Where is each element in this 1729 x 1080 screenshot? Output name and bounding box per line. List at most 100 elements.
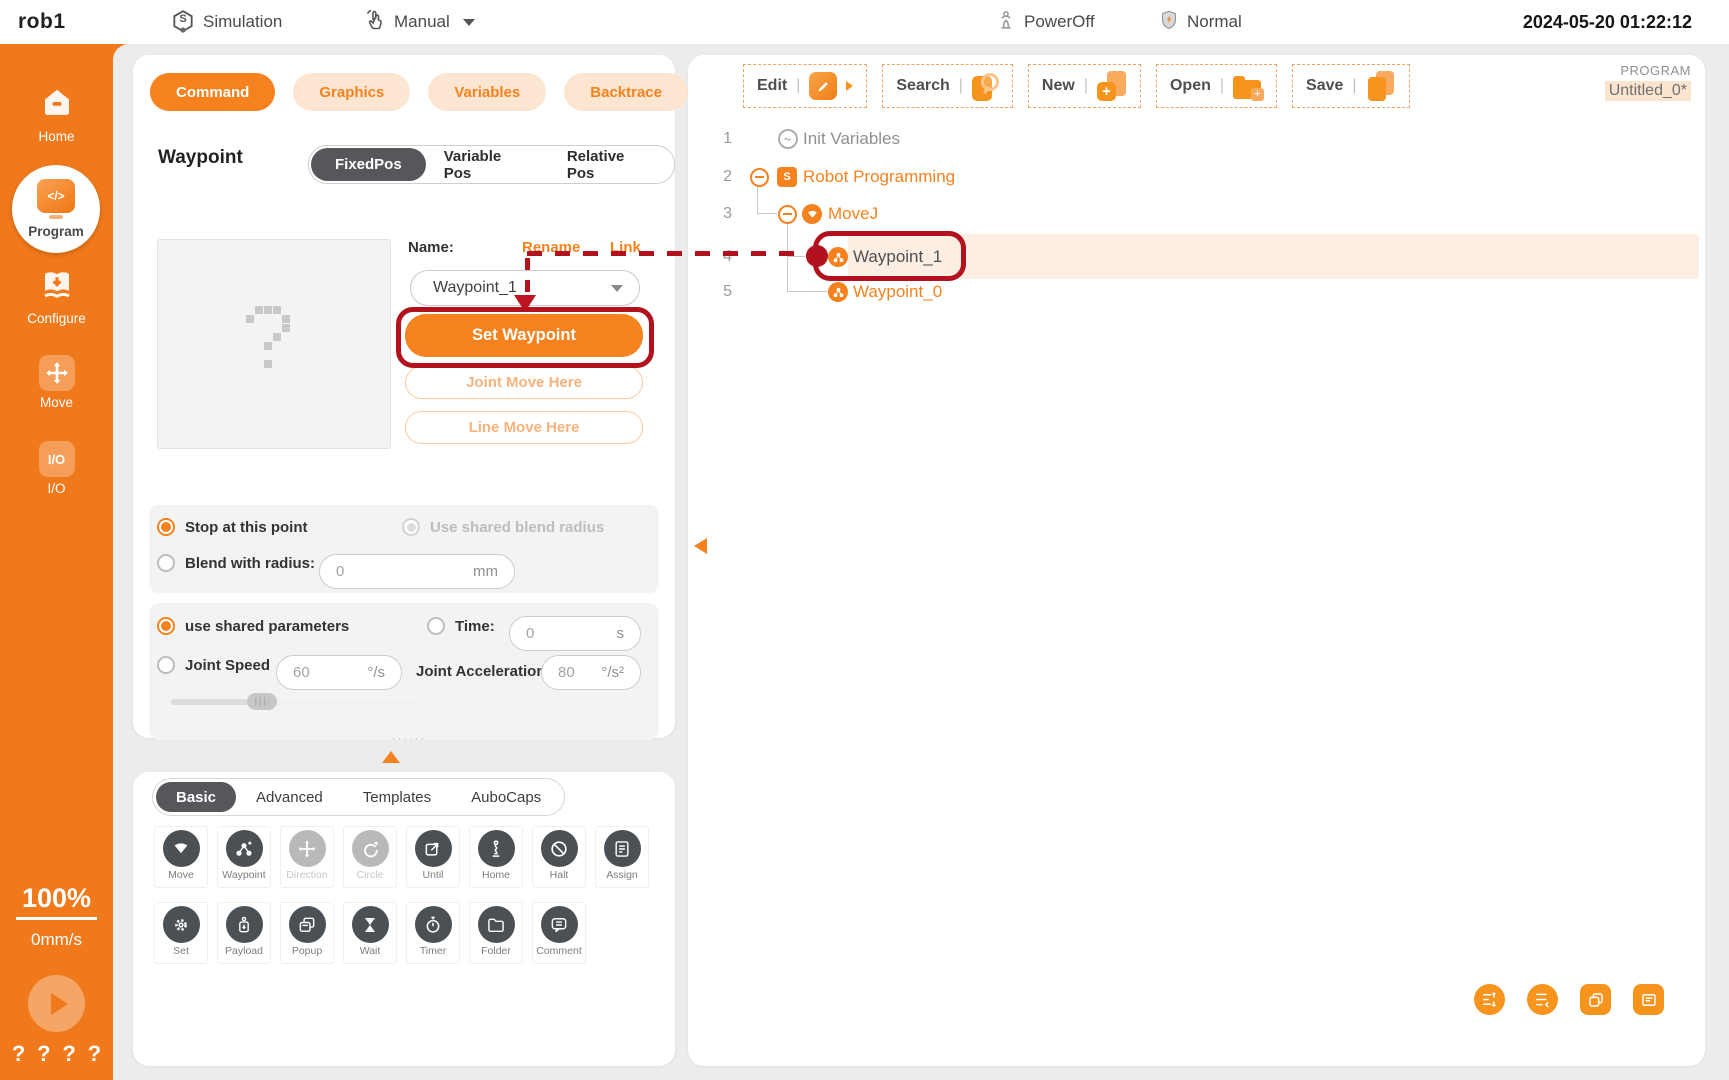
- power-status[interactable]: PowerOff: [995, 0, 1095, 44]
- payload-icon: [226, 906, 263, 943]
- mode-selector[interactable]: Manual: [363, 0, 475, 44]
- radio-selected-icon[interactable]: [157, 617, 175, 635]
- tab-advanced[interactable]: Advanced: [236, 782, 343, 812]
- new-button[interactable]: New: [1028, 64, 1141, 108]
- position-mode-toggle: FixedPos Variable Pos Relative Pos: [308, 145, 675, 184]
- joint-move-here-button[interactable]: Joint Move Here: [405, 366, 643, 399]
- tab-aubocaps[interactable]: AuboCaps: [451, 782, 561, 812]
- time-input[interactable]: 0 s: [509, 616, 641, 651]
- joint-acceleration-label: Joint Acceleration: [416, 663, 545, 680]
- stop-at-point-radio[interactable]: Stop at this point: [157, 518, 307, 536]
- tab-relativepos[interactable]: Relative Pos: [549, 148, 672, 181]
- collapse-icon[interactable]: [750, 168, 769, 187]
- program-name[interactable]: Untitled_0*: [1605, 81, 1691, 101]
- tab-variablepos[interactable]: Variable Pos: [426, 148, 549, 181]
- joint-acceleration-input[interactable]: 80 °/s²: [541, 655, 641, 690]
- library-item-folder[interactable]: Folder: [469, 902, 523, 964]
- library-item-popup[interactable]: Popup: [280, 902, 334, 964]
- tab-graphics[interactable]: Graphics: [293, 73, 410, 111]
- search-button[interactable]: Search: [882, 64, 1013, 108]
- detail-view-icon[interactable]: [1633, 984, 1664, 1015]
- slider-handle[interactable]: [247, 693, 277, 710]
- library-item-timer[interactable]: Timer: [406, 902, 460, 964]
- radio-icon[interactable]: [427, 617, 445, 635]
- library-item-direction: Direction: [280, 826, 334, 888]
- circle-icon: [352, 830, 389, 867]
- library-item-set[interactable]: Set: [154, 902, 208, 964]
- sidebar-item-configure[interactable]: Configure: [0, 266, 113, 326]
- joint-speed-input[interactable]: 60 °/s: [276, 655, 402, 690]
- tab-command[interactable]: Command: [150, 73, 275, 111]
- sidebar-item-move[interactable]: Move: [0, 355, 113, 410]
- open-button[interactable]: Open: [1156, 64, 1277, 108]
- speed-underline: [16, 917, 97, 920]
- robot-programming-icon: S: [777, 167, 797, 187]
- expand-all-icon[interactable]: [1474, 984, 1505, 1015]
- blend-radius-input[interactable]: 0 mm: [319, 554, 515, 589]
- question-pixel-art: [255, 306, 263, 314]
- radio-icon[interactable]: [157, 554, 175, 572]
- sidebar-item-label: Configure: [27, 311, 86, 326]
- copy-icon[interactable]: [1580, 984, 1611, 1015]
- panel-expand-arrow-icon[interactable]: [382, 751, 400, 763]
- library-item-comment[interactable]: Comment: [532, 902, 586, 964]
- safety-status[interactable]: Normal: [1158, 0, 1242, 44]
- simulation-label: Simulation: [203, 12, 282, 32]
- question-icon[interactable]: ?: [88, 1041, 101, 1067]
- panel-collapse-arrow-icon[interactable]: [694, 538, 707, 554]
- simulation-indicator[interactable]: S Simulation: [170, 0, 282, 44]
- save-button[interactable]: Save: [1292, 64, 1410, 108]
- play-button[interactable]: [28, 975, 85, 1032]
- blend-section: Stop at this point Use shared blend radi…: [149, 505, 659, 593]
- library-item-waypoint[interactable]: Waypoint: [217, 826, 271, 888]
- tree-tools: [1474, 984, 1664, 1015]
- slider-grip: [255, 697, 269, 706]
- sidebar-item-io[interactable]: I/O I/O: [0, 441, 113, 496]
- tab-fixedpos[interactable]: FixedPos: [311, 148, 426, 181]
- library-item-assign[interactable]: Assign: [595, 826, 649, 888]
- tree-row-movej[interactable]: 3 MoveJ: [718, 199, 878, 229]
- collapse-all-icon[interactable]: [1527, 984, 1558, 1015]
- separator: [1084, 77, 1088, 95]
- radio-icon[interactable]: [157, 656, 175, 674]
- command-library-panel: Basic Advanced Templates AuboCaps Move W…: [133, 772, 675, 1066]
- library-item-move[interactable]: Move: [154, 826, 208, 888]
- library-item-circle: Circle: [343, 826, 397, 888]
- joint-speed-radio[interactable]: Joint Speed: [157, 656, 270, 674]
- tab-basic[interactable]: Basic: [156, 782, 236, 812]
- library-item-payload[interactable]: Payload: [217, 902, 271, 964]
- collapse-icon[interactable]: [778, 205, 797, 224]
- sidebar-item-home[interactable]: Home: [0, 84, 113, 144]
- question-icon[interactable]: ?: [62, 1041, 75, 1067]
- line-move-here-button[interactable]: Line Move Here: [405, 411, 643, 444]
- panel-resize-dots[interactable]: [392, 733, 426, 745]
- safety-label: Normal: [1187, 12, 1242, 32]
- tree-row-init-variables[interactable]: 1 Init Variables: [718, 124, 900, 154]
- sidebar-item-program[interactable]: </> Program: [12, 165, 100, 253]
- movej-icon: [802, 204, 822, 224]
- tree-row-robot-programming[interactable]: 2 S Robot Programming: [718, 162, 955, 192]
- tab-backtrace[interactable]: Backtrace: [564, 73, 688, 111]
- library-item-until[interactable]: Until: [406, 826, 460, 888]
- io-icon: I/O: [39, 441, 75, 477]
- speed-slider[interactable]: [171, 699, 423, 705]
- library-item-wait[interactable]: Wait: [343, 902, 397, 964]
- library-item-home[interactable]: Home: [469, 826, 523, 888]
- help-marks[interactable]: ? ? ? ?: [0, 1041, 113, 1067]
- library-item-halt[interactable]: Halt: [532, 826, 586, 888]
- time-radio[interactable]: Time:: [427, 617, 495, 635]
- speed-percent[interactable]: 100%: [0, 883, 113, 914]
- blend-radius-radio[interactable]: Blend with radius:: [157, 554, 315, 572]
- shared-params-radio[interactable]: use shared parameters: [157, 617, 349, 635]
- program-panel: Edit Search New Open: [688, 55, 1705, 1066]
- tab-templates[interactable]: Templates: [343, 782, 451, 812]
- halt-icon: [541, 830, 578, 867]
- radio-selected-icon[interactable]: [157, 518, 175, 536]
- edit-button[interactable]: Edit: [743, 64, 867, 108]
- chevron-down-icon: [463, 19, 475, 26]
- question-icon[interactable]: ?: [37, 1041, 50, 1067]
- tab-variables[interactable]: Variables: [428, 73, 546, 111]
- question-icon[interactable]: ?: [12, 1041, 25, 1067]
- tree-row-waypoint-0[interactable]: 5 Waypoint_0: [718, 277, 942, 307]
- search-icon: [972, 72, 999, 101]
